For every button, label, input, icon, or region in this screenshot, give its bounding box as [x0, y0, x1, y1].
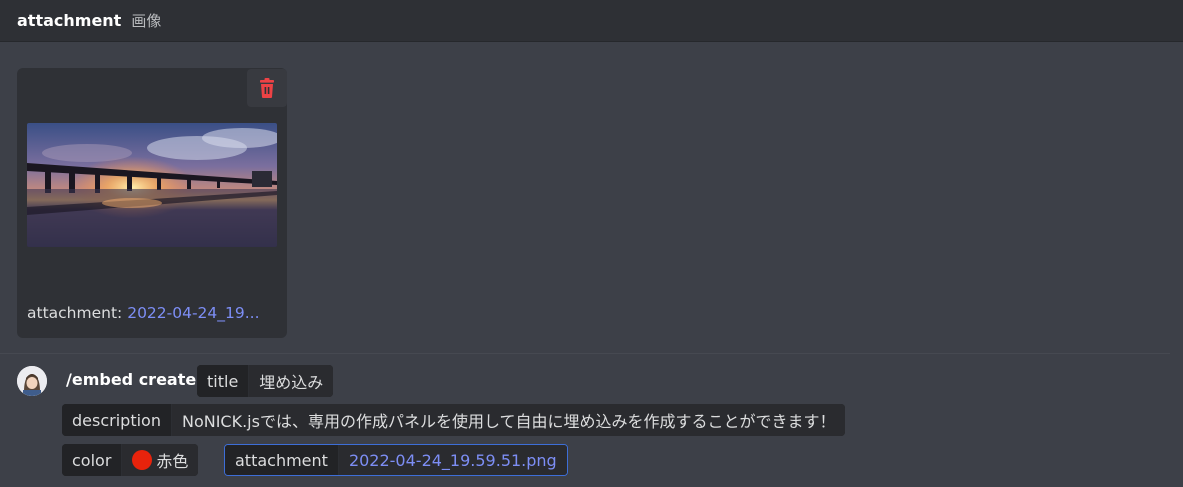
- red-circle-icon: [132, 450, 153, 470]
- option-description: 画像: [131, 12, 162, 30]
- attachment-caption: attachment: 2022-04-24_19...: [27, 304, 279, 322]
- option-attachment-key: attachment: [225, 445, 339, 475]
- option-description-key: description: [62, 404, 172, 436]
- delete-attachment-button[interactable]: [247, 69, 287, 107]
- attachment-file-link[interactable]: 2022-04-24_19...: [127, 304, 259, 322]
- option-color-value-wrap[interactable]: 赤色: [122, 444, 199, 476]
- divider: [0, 353, 1170, 354]
- option-attachment-value[interactable]: 2022-04-24_19.59.51.png: [338, 445, 567, 475]
- attachment-option-header: attachment 画像: [0, 0, 1183, 42]
- option-description[interactable]: description NoNICK.jsでは、専用の作成パネルを使用して自由に…: [62, 404, 846, 436]
- avatar[interactable]: [17, 366, 47, 396]
- attachment-image-preview: [27, 123, 277, 247]
- option-name: attachment: [17, 11, 122, 30]
- attachment-upload-card: attachment: 2022-04-24_19...: [17, 68, 287, 338]
- option-attachment[interactable]: attachment 2022-04-24_19.59.51.png: [224, 444, 568, 476]
- slash-command-name: /embed create: [66, 370, 197, 389]
- option-title-value[interactable]: 埋め込み: [249, 365, 334, 397]
- trash-icon: [260, 78, 274, 98]
- option-description-value[interactable]: NoNICK.jsでは、専用の作成パネルを使用して自由に埋め込みを作成することが…: [171, 404, 846, 436]
- option-title[interactable]: title 埋め込み: [197, 365, 334, 397]
- option-title-key: title: [197, 365, 250, 397]
- option-color-value: 赤色: [156, 452, 189, 471]
- option-color-key: color: [62, 444, 123, 476]
- option-color[interactable]: color 赤色: [62, 444, 199, 476]
- caption-label: attachment:: [27, 304, 123, 322]
